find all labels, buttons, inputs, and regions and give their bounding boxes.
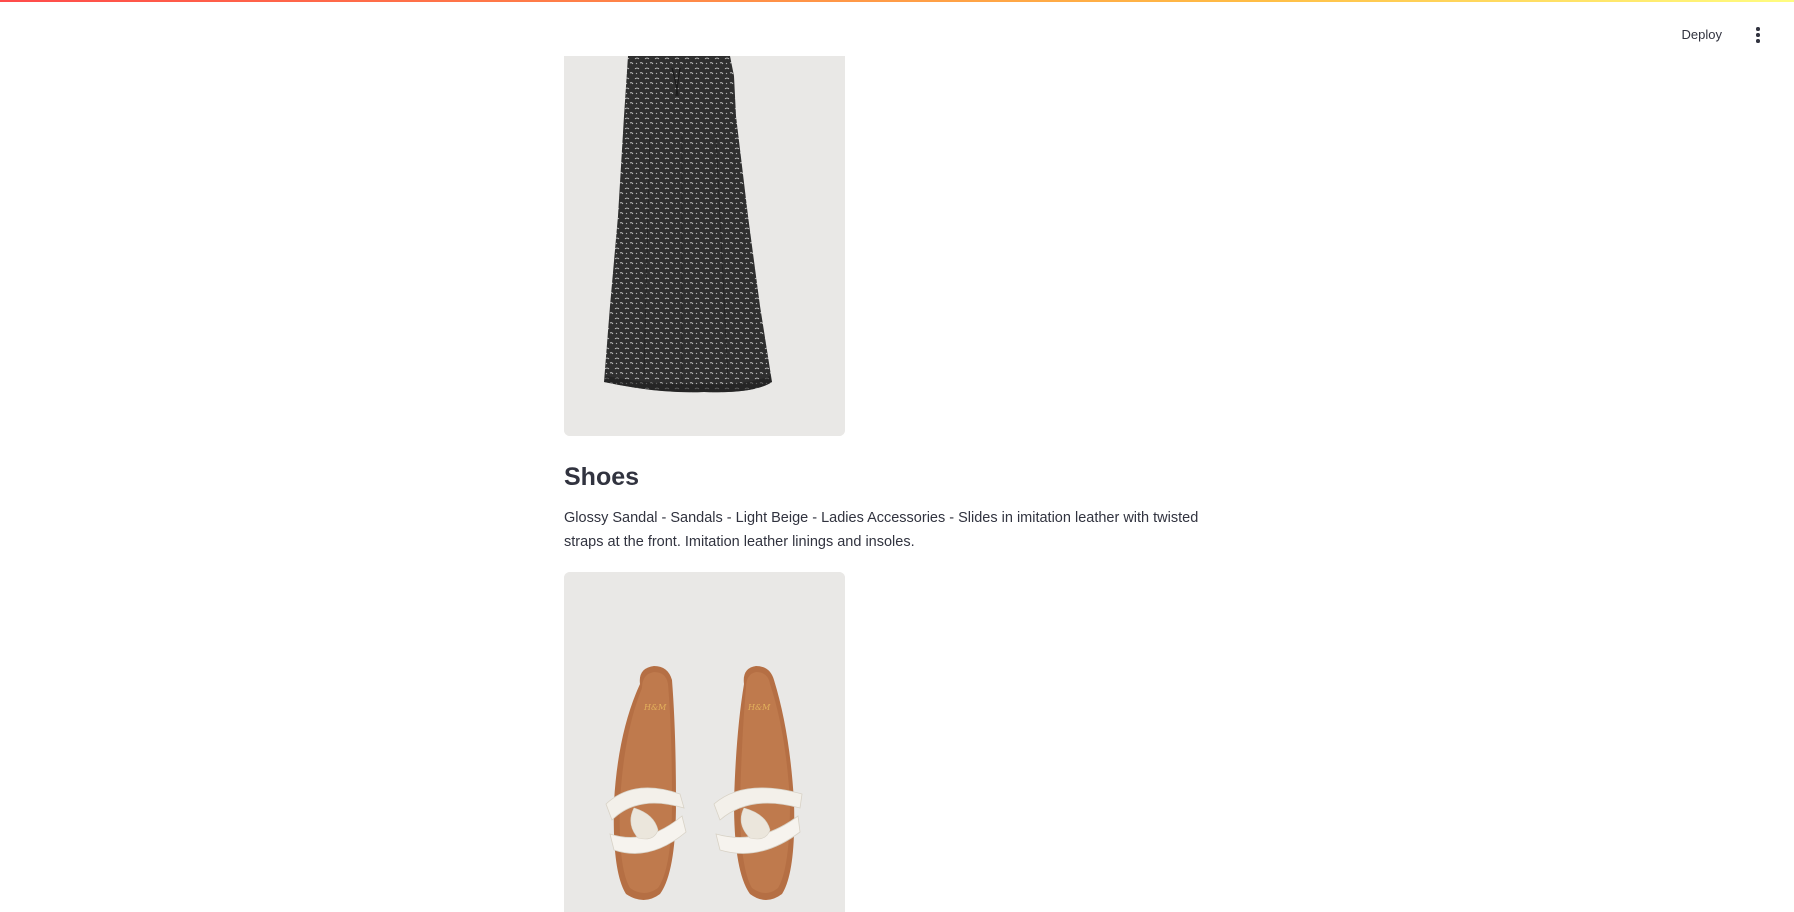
sandals-illustration: H&M H&M [564,572,845,912]
product-image-sandals: H&M H&M [564,572,845,912]
product-description-shoes: Glossy Sandal - Sandals - Light Beige - … [564,510,1199,550]
section-title-shoes: Shoes [564,463,640,491]
main-menu-button[interactable] [1744,20,1772,50]
app-header: Deploy [0,2,1794,56]
product-image-skirt [564,56,845,436]
svg-text:H&M: H&M [643,703,667,712]
svg-text:H&M: H&M [747,703,771,712]
kebab-menu-icon [1756,27,1760,43]
deploy-button[interactable]: Deploy [1674,22,1730,48]
skirt-illustration [564,56,845,436]
